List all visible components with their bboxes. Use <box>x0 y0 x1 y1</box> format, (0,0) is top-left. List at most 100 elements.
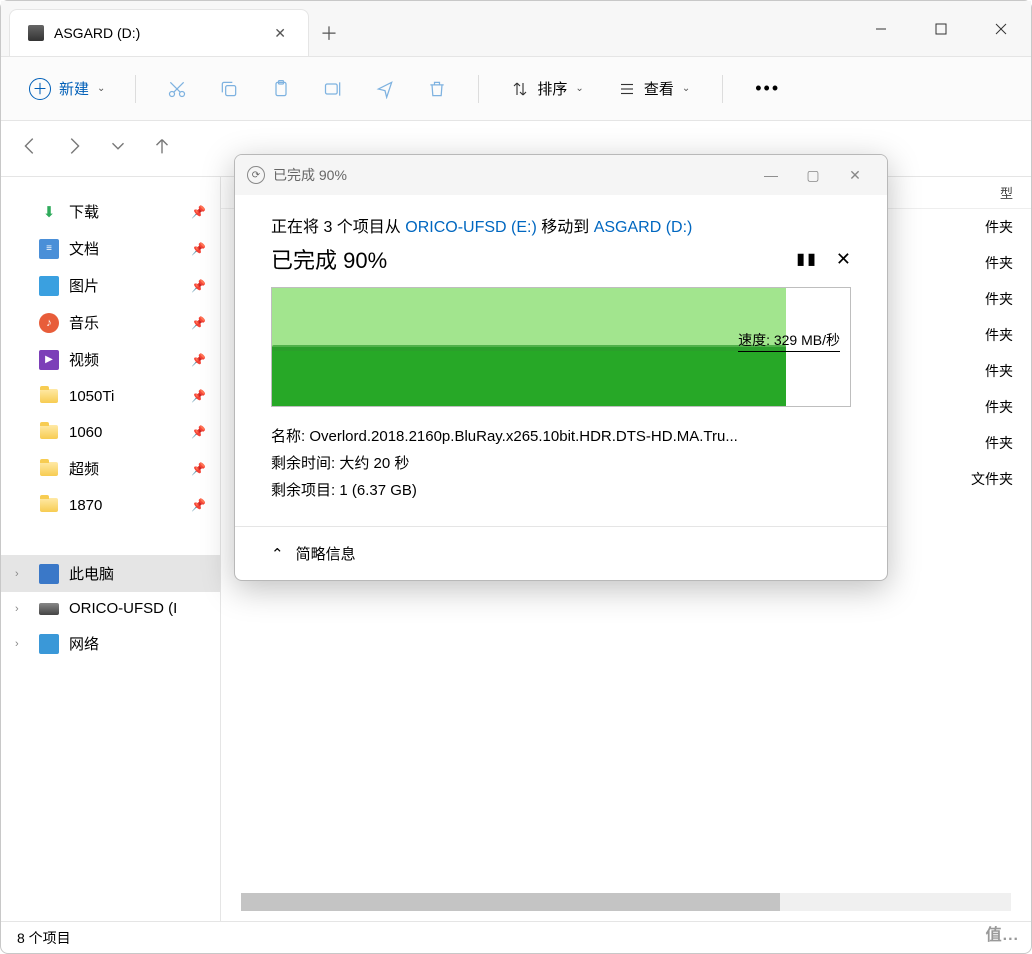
sidebar-item-pictures[interactable]: 图片 📌 <box>1 267 220 304</box>
new-label: 新建 <box>59 78 89 99</box>
dialog-close-button[interactable]: ✕ <box>835 159 875 191</box>
pin-icon: 📌 <box>191 242 206 256</box>
item-count: 8 个项目 <box>17 928 71 948</box>
progress-headline: 已完成 90% ▮▮ ✕ <box>271 243 851 275</box>
sidebar-item-folder[interactable]: 1870📌 <box>1 487 220 523</box>
sidebar-item-network[interactable]: ›网络 <box>1 625 220 662</box>
window-controls <box>851 1 1031 56</box>
chart-line <box>272 345 786 351</box>
chevron-right-icon: › <box>15 638 29 650</box>
chevron-down-icon: ⌄ <box>682 83 690 94</box>
chevron-down-icon: ⌄ <box>97 83 105 94</box>
folder-icon <box>39 459 59 479</box>
source-link[interactable]: ORICO-UFSD (E:) <box>405 219 537 236</box>
more-button[interactable]: ••• <box>743 72 792 105</box>
chevron-right-icon: › <box>15 568 29 580</box>
chart-area-dark <box>272 347 786 406</box>
pin-icon: 📌 <box>191 462 206 476</box>
column-type: 型 <box>1000 183 1013 202</box>
sort-button[interactable]: 排序 ⌄ <box>499 72 595 105</box>
recent-button[interactable] <box>107 135 129 162</box>
dialog-minimize-button[interactable]: — <box>751 159 791 191</box>
dialog-title: 已完成 90% <box>273 165 347 185</box>
copy-button[interactable] <box>208 68 250 110</box>
sidebar-item-label: 音乐 <box>69 312 99 333</box>
items-remaining-value: 1 (6.37 GB) <box>339 482 417 499</box>
forward-button[interactable] <box>63 135 85 162</box>
sidebar-item-label: 1050Ti <box>69 388 114 405</box>
sidebar-item-label: 1060 <box>69 424 102 441</box>
speed-label: 速度: 329 MB/秒 <box>738 330 840 352</box>
new-button[interactable]: ＋ 新建 ⌄ <box>19 72 115 106</box>
chevron-up-icon: ⌃ <box>271 545 284 563</box>
folder-icon <box>39 495 59 515</box>
new-tab-button[interactable]: ＋ <box>309 9 349 56</box>
sidebar-item-label: 下载 <box>69 201 99 222</box>
folder-icon <box>39 422 59 442</box>
pin-icon: 📌 <box>191 205 206 219</box>
separator <box>135 75 136 103</box>
video-icon: ▶ <box>39 350 59 370</box>
minimize-button[interactable] <box>851 1 911 56</box>
network-icon <box>39 634 59 654</box>
cut-button[interactable] <box>156 68 198 110</box>
folder-icon <box>39 386 59 406</box>
view-label: 查看 <box>644 78 674 99</box>
sidebar-item-label: 视频 <box>69 349 99 370</box>
pin-icon: 📌 <box>191 389 206 403</box>
horizontal-scrollbar[interactable] <box>241 893 1011 911</box>
dialog-titlebar[interactable]: ⟳ 已完成 90% — ▢ ✕ <box>235 155 887 195</box>
view-icon <box>618 80 636 98</box>
download-icon: ⬇ <box>39 202 59 222</box>
toolbar: ＋ 新建 ⌄ 排序 ⌄ 查看 ⌄ ••• <box>1 57 1031 121</box>
sidebar-item-label: 此电脑 <box>69 563 114 584</box>
pin-icon: 📌 <box>191 353 206 367</box>
sidebar-item-label: 图片 <box>69 275 99 296</box>
sidebar-item-folder[interactable]: 1050Ti 📌 <box>1 378 220 414</box>
sidebar-item-videos[interactable]: ▶ 视频 📌 <box>1 341 220 378</box>
fewer-details-button[interactable]: ⌃ 简略信息 <box>235 526 887 580</box>
sidebar-item-documents[interactable]: ≡文档📌 <box>1 230 220 267</box>
sidebar-item-downloads[interactable]: ⬇ 下载 📌 <box>1 193 220 230</box>
sidebar-item-label: 1870 <box>69 497 102 514</box>
document-icon: ≡ <box>39 239 59 259</box>
sidebar: ⬇下载📌 ≡文档📌 图片📌 ♪音乐📌 ▶视频📌 1050Ti📌 1060📌 超频… <box>1 177 221 921</box>
maximize-button[interactable] <box>911 1 971 56</box>
watermark: 值... <box>986 921 1019 945</box>
chart-area-light <box>272 288 786 347</box>
transfer-details: 名称: Overlord.2018.2160p.BluRay.x265.10bi… <box>271 423 851 504</box>
rename-button[interactable] <box>312 68 354 110</box>
drive-icon <box>39 603 59 615</box>
clock-icon: ⟳ <box>247 166 265 184</box>
cancel-button[interactable]: ✕ <box>836 249 851 270</box>
scrollbar-thumb[interactable] <box>241 893 780 911</box>
dest-link[interactable]: ASGARD (D:) <box>594 219 693 236</box>
speed-chart: 速度: 329 MB/秒 <box>271 287 851 407</box>
sidebar-item-label: 超频 <box>69 458 99 479</box>
delete-button[interactable] <box>416 68 458 110</box>
separator <box>478 75 479 103</box>
pause-button[interactable]: ▮▮ <box>796 249 818 269</box>
close-tab-icon[interactable]: ✕ <box>270 21 290 46</box>
sidebar-item-folder[interactable]: 超频 📌 <box>1 450 220 487</box>
close-window-button[interactable] <box>971 1 1031 56</box>
transfer-dialog: ⟳ 已完成 90% — ▢ ✕ 正在将 3 个项目从 ORICO-UFSD (E… <box>234 154 888 581</box>
sidebar-item-music[interactable]: ♪音乐📌 <box>1 304 220 341</box>
fewer-details-label: 简略信息 <box>296 543 356 564</box>
chevron-right-icon: › <box>15 603 29 615</box>
sidebar-item-folder[interactable]: 1060📌 <box>1 414 220 450</box>
view-button[interactable]: 查看 ⌄ <box>606 72 702 105</box>
file-type: 文件夹 <box>933 469 1013 489</box>
back-button[interactable] <box>19 135 41 162</box>
sidebar-item-drive[interactable]: ›ORICO-UFSD (I <box>1 592 220 625</box>
plus-circle-icon: ＋ <box>29 78 51 100</box>
up-button[interactable] <box>151 135 173 162</box>
chevron-down-icon: ⌄ <box>575 83 583 94</box>
sidebar-item-this-pc[interactable]: › 此电脑 <box>1 555 220 592</box>
tab-title: ASGARD (D:) <box>54 25 260 41</box>
paste-button[interactable] <box>260 68 302 110</box>
window-tab[interactable]: ASGARD (D:) ✕ <box>9 9 309 56</box>
share-button[interactable] <box>364 68 406 110</box>
dialog-maximize-button[interactable]: ▢ <box>793 159 833 191</box>
pin-icon: 📌 <box>191 279 206 293</box>
